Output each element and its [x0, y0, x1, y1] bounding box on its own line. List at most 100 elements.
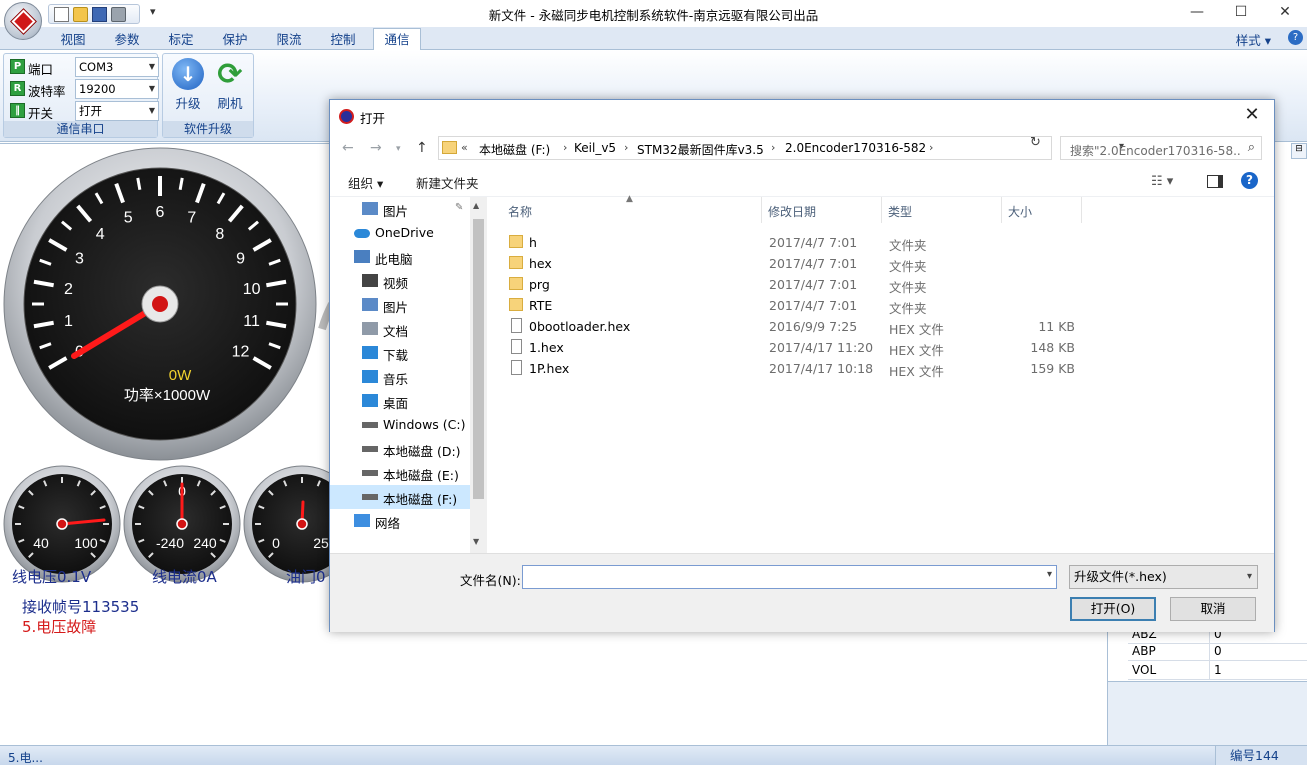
breadcrumb-separator-icon[interactable]: › — [563, 141, 567, 154]
baud-select[interactable]: 19200 ▼ — [75, 79, 159, 99]
nav-item[interactable]: 视频 — [330, 269, 470, 293]
breadcrumb-overflow-icon[interactable]: « — [461, 141, 468, 154]
tab-params[interactable]: 参数 — [103, 30, 151, 50]
minimize-button[interactable]: — — [1175, 0, 1219, 27]
nav-item[interactable]: 本地磁盘 (D:) — [330, 437, 470, 461]
nav-item[interactable]: 图片 — [330, 293, 470, 317]
preview-pane-icon[interactable] — [1207, 175, 1223, 188]
breadcrumb-stm32[interactable]: STM32最新固件库v3.5 — [637, 141, 764, 158]
panel-pin-icon[interactable]: ⊟ — [1291, 143, 1307, 159]
nav-item[interactable]: 下载 — [330, 341, 470, 365]
nav-item[interactable]: 音乐 — [330, 365, 470, 389]
recent-locations-icon[interactable]: ▾ — [396, 144, 401, 154]
file-name: 0bootloader.hex — [529, 319, 631, 334]
small-gauge: 40 100 — [3, 465, 121, 583]
new-folder-button[interactable]: 新建文件夹 — [416, 173, 479, 192]
dialog-close-button[interactable]: ✕ — [1230, 100, 1274, 132]
scroll-up-icon[interactable]: ▲ — [473, 201, 479, 210]
nav-item[interactable]: 本地磁盘 (F:) — [330, 485, 470, 509]
nav-item[interactable]: 网络 — [330, 509, 470, 533]
scroll-down-icon[interactable]: ▼ — [473, 537, 479, 546]
nav-item[interactable]: 桌面 — [330, 389, 470, 413]
breadcrumb-encoder[interactable]: 2.0Encoder170316-582 — [785, 141, 926, 155]
property-row[interactable]: ABP 0 — [1128, 642, 1307, 661]
dialog-title: 打开 — [360, 111, 386, 126]
column-size[interactable]: 大小 — [1008, 203, 1032, 220]
nav-item[interactable]: OneDrive — [330, 221, 470, 245]
file-row[interactable]: RTE 2017/4/7 7:01 文件夹 — [506, 295, 1086, 316]
nav-item[interactable]: 此电脑 — [330, 245, 470, 269]
nav-item-label: 本地磁盘 (F:) — [383, 492, 458, 507]
file-row[interactable]: 0bootloader.hex 2016/9/9 7:25 HEX 文件 11 KB — [506, 316, 1086, 337]
tab-current-limit[interactable]: 限流 — [265, 30, 313, 50]
nav-item-label: OneDrive — [375, 225, 434, 240]
qat-customize-icon[interactable]: ▾ — [150, 5, 156, 18]
upgrade-button[interactable]: ↓ 升级 — [168, 58, 208, 118]
pin-icon[interactable]: ✎ — [455, 202, 463, 213]
file-type: HEX 文件 — [889, 364, 944, 379]
port-select[interactable]: COM3 ▼ — [75, 57, 159, 77]
nav-item[interactable]: 本地磁盘 (E:) — [330, 461, 470, 485]
property-key: ABP — [1132, 644, 1156, 658]
flash-button[interactable]: ⟳ 刷机 — [210, 57, 250, 118]
drive-icon — [362, 494, 378, 500]
nav-item[interactable]: Windows (C:) — [330, 413, 470, 437]
ribbon-help-icon[interactable]: ? — [1288, 30, 1303, 45]
application-menu-button[interactable] — [4, 2, 42, 40]
search-icon[interactable]: ⌕ — [1248, 140, 1255, 155]
breadcrumb-separator-icon[interactable]: › — [624, 141, 628, 154]
address-bar[interactable]: « 本地磁盘 (F:) › Keil_v5 › STM32最新固件库v3.5 ›… — [438, 136, 1124, 160]
filename-input[interactable]: ▾ — [522, 565, 1057, 589]
nav-item[interactable]: 图片 ✎ — [330, 197, 470, 221]
property-row[interactable]: VOL 1 — [1128, 661, 1307, 680]
breadcrumb-drive[interactable]: 本地磁盘 (F:) — [479, 141, 550, 158]
column-divider[interactable] — [761, 197, 762, 223]
file-row[interactable]: 1P.hex 2017/4/17 10:18 HEX 文件 159 KB — [506, 358, 1086, 379]
file-row[interactable]: prg 2017/4/7 7:01 文件夹 — [506, 274, 1086, 295]
tab-calibration[interactable]: 标定 — [157, 30, 205, 50]
voltage-caption: 线电压0.1V — [12, 568, 92, 586]
navigation-scrollbar[interactable]: ▲ ▼ — [470, 197, 487, 553]
search-box[interactable]: 搜索"2.0Encoder170316-58... ⌕ — [1060, 136, 1262, 160]
column-type[interactable]: 类型 — [888, 203, 912, 220]
pictures-icon — [362, 202, 378, 215]
open-button[interactable]: 打开(O) — [1070, 597, 1156, 621]
breadcrumb-separator-icon[interactable]: › — [771, 141, 775, 154]
column-name[interactable]: 名称 — [508, 203, 532, 220]
column-divider[interactable] — [1081, 197, 1082, 223]
tab-protection[interactable]: 保护 — [211, 30, 259, 50]
view-options-icon[interactable]: ☷ ▾ — [1151, 174, 1173, 189]
scrollbar-thumb[interactable] — [473, 219, 484, 499]
tab-view[interactable]: 视图 — [49, 30, 97, 50]
style-menu[interactable]: 样式 ▾ — [1236, 30, 1271, 49]
filename-history-icon[interactable]: ▾ — [1047, 569, 1052, 580]
back-arrow-icon[interactable]: ← — [342, 140, 354, 156]
file-row[interactable]: 1.hex 2017/4/17 11:20 HEX 文件 148 KB — [506, 337, 1086, 358]
nav-item[interactable]: 文档 — [330, 317, 470, 341]
tab-communication[interactable]: 通信 — [373, 28, 421, 51]
open-folder-icon[interactable] — [73, 6, 88, 22]
maximize-button[interactable]: ☐ — [1219, 0, 1263, 27]
tab-control[interactable]: 控制 — [319, 30, 367, 50]
file-row[interactable]: hex 2017/4/7 7:01 文件夹 — [506, 253, 1086, 274]
column-divider[interactable] — [881, 197, 882, 223]
cancel-button[interactable]: 取消 — [1170, 597, 1256, 621]
filetype-select[interactable]: 升级文件(*.hex) ▾ — [1069, 565, 1258, 589]
column-divider[interactable] — [1001, 197, 1002, 223]
new-file-icon[interactable] — [54, 6, 69, 22]
close-button[interactable]: ✕ — [1263, 0, 1307, 27]
save-icon[interactable] — [92, 6, 107, 22]
file-row[interactable]: h 2017/4/7 7:01 文件夹 — [506, 232, 1086, 253]
help-icon[interactable]: ? — [1241, 172, 1258, 189]
breadcrumb-separator-icon[interactable]: › — [929, 141, 933, 154]
print-icon[interactable] — [111, 6, 126, 22]
ribbon-tab-bar: 视图 参数 标定 保护 限流 控制 通信 样式 ▾ ? — [0, 27, 1307, 51]
gauge-tick-label: 4 — [96, 226, 105, 243]
up-arrow-icon[interactable]: ↑ — [416, 140, 428, 156]
switch-select[interactable]: 打开 ▼ — [75, 101, 159, 121]
breadcrumb-keil[interactable]: Keil_v5 — [574, 141, 616, 155]
forward-arrow-icon[interactable]: → — [370, 140, 382, 156]
organize-menu[interactable]: 组织 ▾ — [348, 173, 383, 192]
column-modified[interactable]: 修改日期 — [768, 203, 816, 220]
refresh-icon[interactable]: ↻ — [1030, 135, 1041, 150]
